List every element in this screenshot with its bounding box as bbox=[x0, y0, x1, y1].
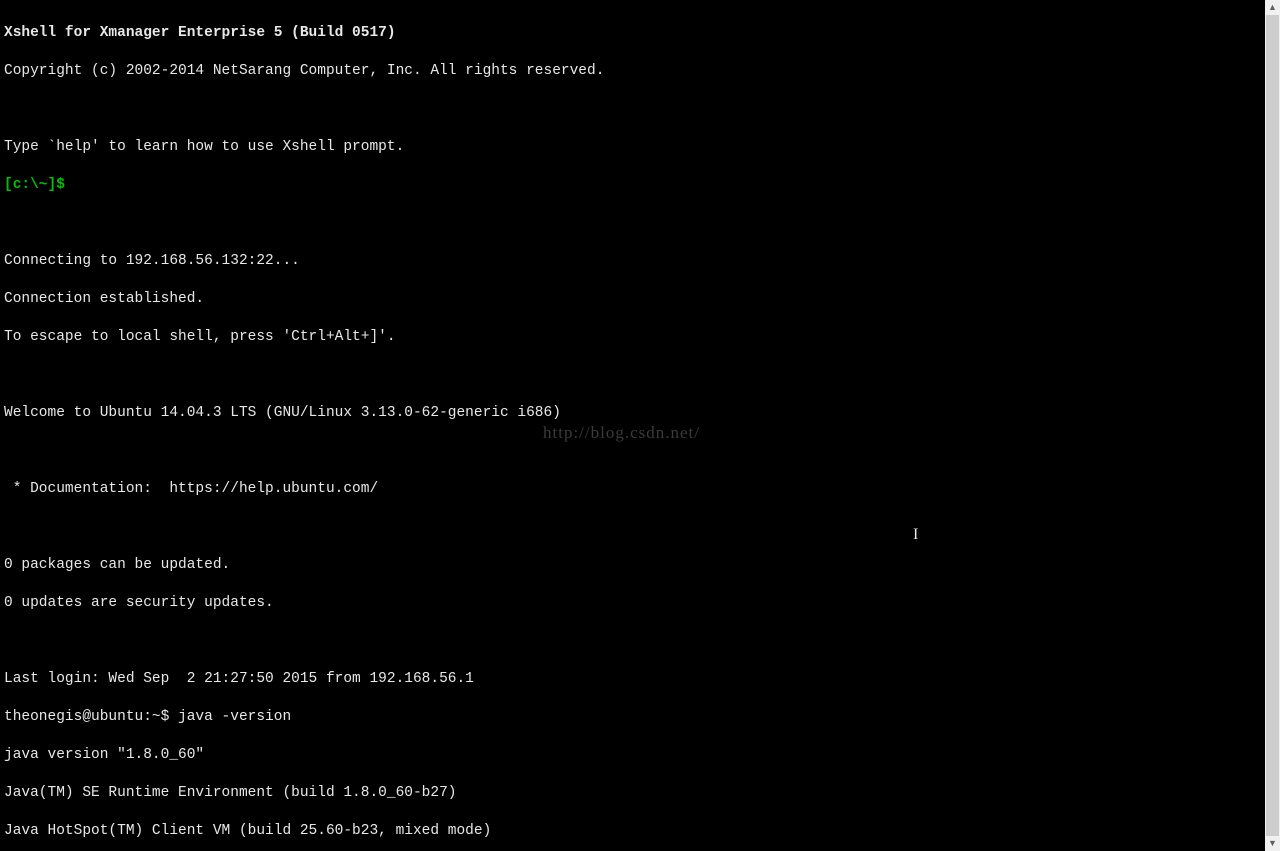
blank bbox=[4, 100, 1261, 119]
connect-status: Connecting to 192.168.56.132:22... bbox=[4, 252, 1261, 271]
blank bbox=[4, 442, 1261, 461]
java-version-line2: Java(TM) SE Runtime Environment (build 1… bbox=[4, 784, 1261, 803]
command-java-version: java -version bbox=[178, 709, 291, 725]
last-login: Last login: Wed Sep 2 21:27:50 2015 from… bbox=[4, 670, 1261, 689]
vertical-scrollbar[interactable]: ▲ ▼ bbox=[1265, 0, 1280, 851]
blank bbox=[4, 214, 1261, 233]
text-caret-icon: I bbox=[913, 527, 918, 543]
blank bbox=[4, 518, 1261, 537]
terminal-window[interactable]: Xshell for Xmanager Enterprise 5 (Build … bbox=[0, 0, 1265, 851]
app-title: Xshell for Xmanager Enterprise 5 (Build … bbox=[4, 24, 1261, 43]
scroll-up-button[interactable]: ▲ bbox=[1265, 0, 1280, 15]
connect-established: Connection established. bbox=[4, 290, 1261, 309]
scroll-down-button[interactable]: ▼ bbox=[1265, 836, 1280, 851]
java-version-line1: java version "1.8.0_60" bbox=[4, 746, 1261, 765]
copyright: Copyright (c) 2002-2014 NetSarang Comput… bbox=[4, 62, 1261, 81]
scroll-thumb[interactable] bbox=[1266, 15, 1279, 836]
shell-prompt: theonegis@ubuntu:~$ bbox=[4, 709, 178, 725]
scroll-track[interactable] bbox=[1265, 15, 1280, 836]
watermark-text: http://blog.csdn.net/ bbox=[543, 423, 700, 442]
escape-hint: To escape to local shell, press 'Ctrl+Al… bbox=[4, 328, 1261, 347]
motd-pkg1: 0 packages can be updated. bbox=[4, 556, 1261, 575]
motd-welcome: Welcome to Ubuntu 14.04.3 LTS (GNU/Linux… bbox=[4, 404, 1261, 423]
motd-doc: * Documentation: https://help.ubuntu.com… bbox=[4, 480, 1261, 499]
blank bbox=[4, 366, 1261, 385]
blank bbox=[4, 632, 1261, 651]
java-version-line3: Java HotSpot(TM) Client VM (build 25.60-… bbox=[4, 822, 1261, 841]
help-hint: Type `help' to learn how to use Xshell p… bbox=[4, 138, 1261, 157]
motd-pkg2: 0 updates are security updates. bbox=[4, 594, 1261, 613]
local-prompt: [c:\~]$ bbox=[4, 177, 65, 193]
